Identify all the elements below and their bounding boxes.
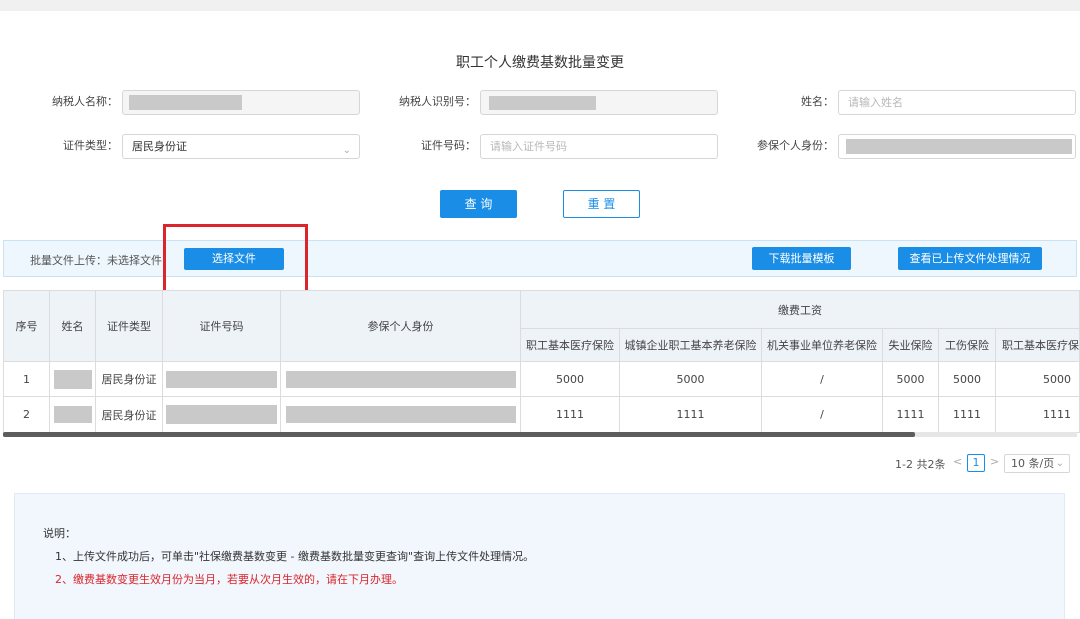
- taxpayer-name-field: [122, 90, 360, 115]
- cell-value: /: [761, 396, 883, 433]
- cert-no-input[interactable]: 请输入证件号码: [480, 134, 718, 159]
- cell-value: 1111: [995, 396, 1080, 433]
- redacted-value: [489, 96, 596, 110]
- cell-value: 1111: [619, 396, 762, 433]
- subheader-institution-pension: 机关事业单位养老保险: [761, 328, 883, 362]
- cert-no-placeholder: 请输入证件号码: [490, 140, 567, 153]
- cell-seq: 2: [3, 396, 50, 433]
- redacted-value: [846, 139, 1072, 154]
- cell-value: 5000: [938, 361, 996, 397]
- table-row: 2 居民身份证 1111 1111 / 1111 1111 1111: [3, 396, 1080, 433]
- taxpayer-id-label: 纳税人识别号：: [399, 95, 476, 108]
- header-cert-type: 证件类型: [95, 290, 163, 362]
- cell-value: 1111: [938, 396, 996, 433]
- redacted-value: [53, 369, 92, 389]
- highlight-annotation-box: [163, 224, 308, 295]
- prev-page-icon[interactable]: <: [953, 455, 962, 468]
- page-title: 职工个人缴费基数批量变更: [456, 55, 624, 71]
- name-placeholder: 请输入姓名: [848, 96, 903, 109]
- view-uploaded-status-button[interactable]: 查看已上传文件处理情况: [898, 247, 1042, 270]
- cell-value: 5000: [520, 361, 620, 397]
- notes-line-2: 2、缴费基数变更生效月份为当月，若要从次月生效的，请在下月办理。: [55, 573, 403, 586]
- subheader-medical-2: 职工基本医疗保: [995, 328, 1080, 362]
- cell-value: 1111: [882, 396, 939, 433]
- header-cert-no: 证件号码: [162, 290, 281, 362]
- cert-type-value: 居民身份证: [132, 140, 187, 153]
- header-seq: 序号: [3, 290, 50, 362]
- horizontal-scrollbar-thumb[interactable]: [3, 432, 915, 437]
- query-button[interactable]: 查 询: [440, 190, 517, 218]
- top-strip: [0, 0, 1080, 11]
- cell-insured-identity: [280, 396, 521, 433]
- cert-type-select[interactable]: 居民身份证 ⌄: [122, 134, 360, 159]
- redacted-value: [166, 405, 277, 424]
- cert-no-label: 证件号码：: [421, 139, 476, 152]
- header-wage-group: 缴费工资: [520, 290, 1080, 329]
- cell-value: 5000: [619, 361, 762, 397]
- header-name: 姓名: [49, 290, 96, 362]
- data-table: 序号 姓名 证件类型 证件号码 参保个人身份 缴费工资 职工基本医疗保险 城镇企…: [3, 290, 1080, 433]
- page-size-value: 10 条/页: [1011, 457, 1055, 470]
- insured-identity-label: 参保个人身份：: [757, 139, 834, 152]
- cell-value: 1111: [520, 396, 620, 433]
- download-template-button[interactable]: 下载批量模板: [752, 247, 851, 270]
- subheader-enterprise-pension: 城镇企业职工基本养老保险: [619, 328, 762, 362]
- name-label: 姓名：: [801, 95, 834, 108]
- taxpayer-id-field: [480, 90, 718, 115]
- subheader-medical: 职工基本医疗保险: [520, 328, 620, 362]
- cert-type-label: 证件类型：: [63, 139, 118, 152]
- insured-identity-select[interactable]: [838, 134, 1076, 159]
- reset-button[interactable]: 重 置: [563, 190, 640, 218]
- notes-line-1: 1、上传文件成功后，可单击"社保缴费基数变更 - 缴费基数批量变更查询"查询上传…: [55, 550, 535, 563]
- cell-cert-type: 居民身份证: [95, 396, 163, 433]
- cell-seq: 1: [3, 361, 50, 397]
- cell-cert-no: [162, 361, 281, 397]
- table-row: 1 居民身份证 5000 5000 / 5000 5000 5000: [3, 361, 1080, 397]
- page-size-select[interactable]: 10 条/页 ⌄: [1004, 454, 1070, 473]
- header-insured-identity: 参保个人身份: [280, 290, 521, 362]
- cell-value: /: [761, 361, 883, 397]
- cell-insured-identity: [280, 361, 521, 397]
- chevron-down-icon: ⌄: [1055, 458, 1064, 469]
- cell-value: 5000: [995, 361, 1080, 397]
- redacted-value: [285, 406, 516, 423]
- cell-cert-no: [162, 396, 281, 433]
- subheader-work-injury: 工伤保险: [938, 328, 996, 362]
- cell-name: [49, 396, 96, 433]
- pagination-current-page[interactable]: 1: [967, 454, 985, 472]
- taxpayer-name-label: 纳税人名称：: [52, 95, 118, 108]
- notes-title: 说明：: [43, 527, 76, 540]
- subheader-unemployment: 失业保险: [882, 328, 939, 362]
- redacted-value: [129, 95, 242, 110]
- cell-cert-type: 居民身份证: [95, 361, 163, 397]
- cell-value: 5000: [882, 361, 939, 397]
- next-page-icon[interactable]: >: [990, 455, 999, 468]
- pagination-total: 1-2 共2条: [895, 458, 946, 471]
- redacted-value: [285, 370, 516, 388]
- redacted-value: [53, 406, 92, 423]
- redacted-value: [166, 370, 277, 388]
- cell-name: [49, 361, 96, 397]
- name-input[interactable]: 请输入姓名: [838, 90, 1076, 115]
- batch-upload-label: 批量文件上传：未选择文件: [30, 254, 162, 267]
- chevron-down-icon: ⌄: [342, 145, 351, 156]
